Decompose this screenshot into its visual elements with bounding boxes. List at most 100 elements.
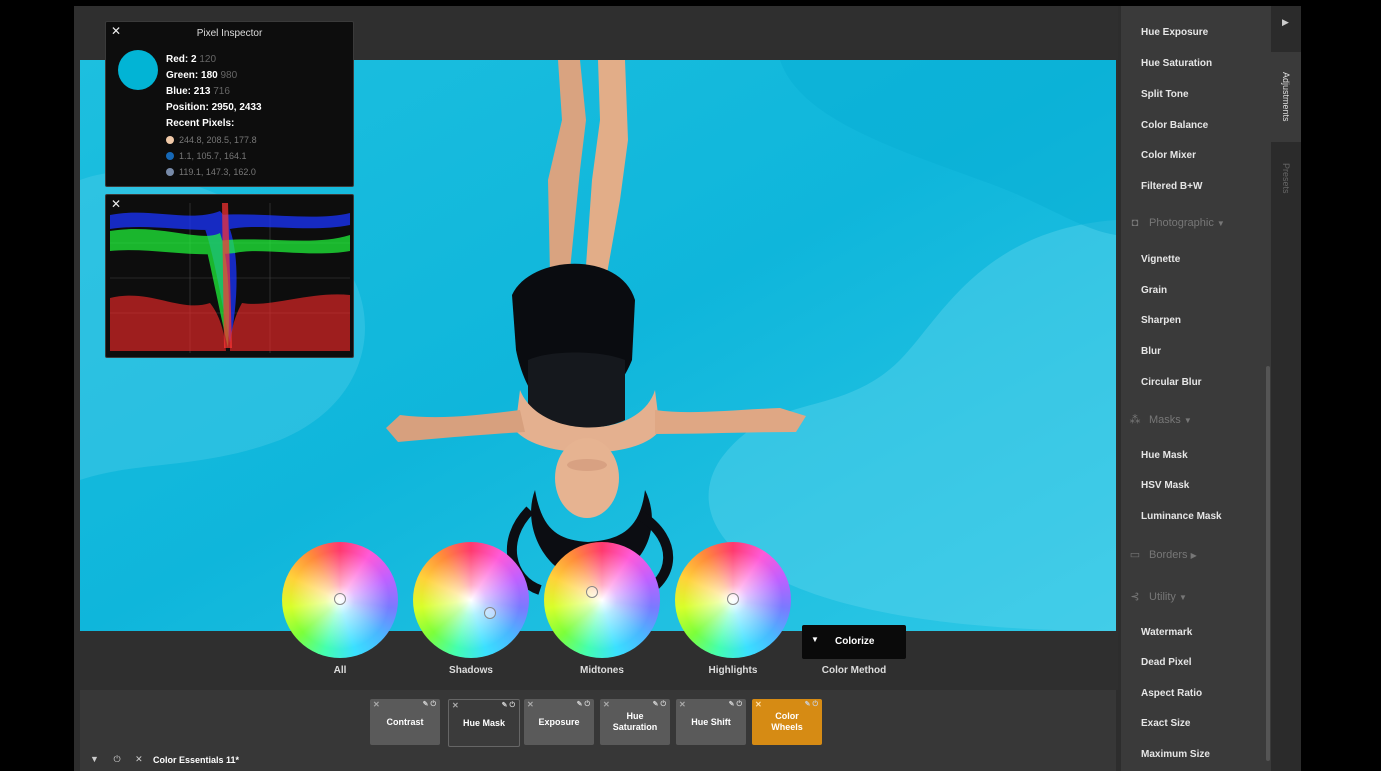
chip-label: Hue Shift (691, 716, 731, 727)
group-title: Photographic (1149, 217, 1214, 229)
sidebar-item-hue-exposure[interactable]: Hue Exposure (1141, 27, 1208, 38)
sidebar-item-split-tone[interactable]: Split Tone (1141, 89, 1189, 100)
camera-icon: ◘ (1131, 217, 1139, 229)
blue-label: Blue: (166, 86, 191, 97)
sidebar-item-sharpen[interactable]: Sharpen (1141, 315, 1181, 326)
color-method-value: Colorize (835, 636, 875, 647)
color-method-dropdown[interactable]: ▼ Colorize (802, 625, 906, 659)
sidebar-item-filtered-bw[interactable]: Filtered B+W (1141, 181, 1202, 192)
collapse-triangle-icon[interactable]: ▼ (90, 754, 99, 764)
sidebar-group-photographic[interactable]: ◘ Photographic ▼ (1129, 217, 1225, 229)
green-fine-value: 980 (220, 70, 238, 81)
vertical-tab-strip: ▶ Adjustments Presets (1271, 6, 1301, 771)
color-wheel-shadows[interactable] (413, 542, 529, 658)
sidebar-item-dead-pixel[interactable]: Dead Pixel (1141, 657, 1192, 668)
sidebar-item-maximum-size[interactable]: Maximum Size (1141, 749, 1210, 760)
position-value: 2950, 2433 (211, 102, 262, 113)
sidebar-item-grain[interactable]: Grain (1141, 285, 1167, 296)
chevron-down-icon: ▼ (1183, 416, 1192, 425)
waveform-scope-panel: ✕ (105, 194, 354, 358)
chip-options-icon[interactable]: ✎ ⏻ (423, 699, 436, 710)
sidebar-item-color-mixer[interactable]: Color Mixer (1141, 150, 1196, 161)
chip-options-icon[interactable]: ✎ ⏻ (805, 699, 818, 710)
rgb-waveform (110, 203, 350, 353)
pixel-inspector-title: Pixel Inspector (196, 28, 263, 39)
tab-label: Adjustments (1281, 72, 1291, 122)
color-wheel-midtones[interactable] (544, 542, 660, 658)
sidebar-item-hue-saturation[interactable]: Hue Saturation (1141, 58, 1212, 69)
chip-label: Contrast (386, 716, 424, 727)
stack-chip-contrast[interactable]: ✕ ✎ ⏻ Contrast (370, 699, 440, 745)
chip-options-icon[interactable]: ✎ ⏻ (653, 699, 666, 710)
close-icon[interactable]: ✕ (135, 754, 143, 764)
preset-name: Color Essentials 11* (153, 755, 240, 765)
sidebar-item-vignette[interactable]: Vignette (1141, 254, 1180, 265)
wheel-handle[interactable] (334, 593, 346, 605)
tab-adjustments[interactable]: Adjustments (1271, 52, 1301, 142)
group-title: Borders (1149, 549, 1188, 561)
chip-options-icon[interactable]: ✎ ⏻ (577, 699, 590, 710)
stack-chip-exposure[interactable]: ✕ ✎ ⏻ Exposure (524, 699, 594, 745)
canvas-area: ✕ Pixel Inspector Red: 2 120 Green: 180 … (74, 6, 1118, 690)
close-icon[interactable]: ✕ (603, 699, 610, 710)
utility-icon: ⊰ (1130, 591, 1140, 603)
chip-options-icon[interactable]: ✎ ⏻ (502, 700, 515, 711)
wheel-handle[interactable] (484, 607, 496, 619)
color-method-label: Color Method (821, 665, 887, 676)
sidebar-group-masks[interactable]: ⁂ Masks ▼ (1129, 413, 1192, 426)
stack-chip-hue-shift[interactable]: ✕ ✎ ⏻ Hue Shift (676, 699, 746, 745)
border-icon: ▭ (1129, 549, 1141, 561)
close-icon[interactable]: ✕ (373, 699, 380, 710)
sidebar-scrollbar[interactable] (1266, 366, 1270, 761)
sidebar-item-color-balance[interactable]: Color Balance (1141, 120, 1208, 131)
blue-value: 213 (193, 86, 211, 97)
sidebar-item-circular-blur[interactable]: Circular Blur (1141, 377, 1202, 388)
adjustment-stack-bar: ✕ ✎ ⏻ Contrast ✕ ✎ ⏻ Hue Mask ✕ ✎ ⏻ Exposur… (80, 690, 1116, 771)
power-icon[interactable]: ⏻ (113, 754, 120, 764)
sidebar-item-blur[interactable]: Blur (1141, 346, 1161, 357)
editor-app: ✕ Pixel Inspector Red: 2 120 Green: 180 … (74, 6, 1301, 771)
sidebar-item-exact-size[interactable]: Exact Size (1141, 718, 1190, 729)
recent-color-dot (166, 168, 174, 176)
blue-fine-value: 716 (213, 86, 230, 97)
sidebar-item-luminance-mask[interactable]: Luminance Mask (1141, 511, 1222, 522)
wheel-handle[interactable] (727, 593, 739, 605)
adjustments-sidebar: Hue Exposure Hue Saturation Split Tone C… (1121, 6, 1271, 771)
sidebar-item-hue-mask[interactable]: Hue Mask (1141, 450, 1188, 461)
color-wheel-highlights[interactable] (675, 542, 791, 658)
close-icon[interactable]: ✕ (679, 699, 686, 710)
mask-icon: ⁂ (1129, 414, 1141, 426)
tab-label: Presets (1281, 163, 1291, 194)
recent-pixel-item: 1.1, 105.7, 164.1 (166, 148, 262, 164)
close-icon[interactable]: ✕ (527, 699, 534, 710)
chevron-down-icon: ▼ (1216, 219, 1225, 228)
sidebar-item-watermark[interactable]: Watermark (1141, 627, 1192, 638)
wheel-handle[interactable] (586, 586, 598, 598)
collapse-panel-arrow-icon[interactable]: ▶ (1282, 17, 1289, 28)
sidebar-item-aspect-ratio[interactable]: Aspect Ratio (1141, 688, 1202, 699)
close-icon[interactable]: ✕ (452, 700, 459, 711)
recent-color-dot (166, 136, 174, 144)
sidebar-group-borders[interactable]: ▭ Borders ▶ (1129, 548, 1197, 561)
stack-chip-color-wheels[interactable]: ✕ ✎ ⏻ Color Wheels (752, 699, 822, 745)
recent-color-dot (166, 152, 174, 160)
wheel-label-shadows: Shadows (449, 665, 493, 676)
chevron-right-icon: ▶ (1190, 551, 1197, 560)
color-wheel-all[interactable] (282, 542, 398, 658)
chip-label: Hue Mask (462, 717, 506, 728)
chip-label: Exposure (538, 716, 580, 727)
sidebar-item-hsv-mask[interactable]: HSV Mask (1141, 480, 1189, 491)
chip-options-icon[interactable]: ✎ ⏻ (729, 699, 742, 710)
stack-chip-hue-saturation[interactable]: ✕ ✎ ⏻ Hue Saturation (600, 699, 670, 745)
stack-chip-hue-mask[interactable]: ✕ ✎ ⏻ Hue Mask (448, 699, 520, 747)
sidebar-group-utility[interactable]: ⊰ Utility ▼ (1129, 590, 1186, 603)
close-icon[interactable]: ✕ (755, 699, 762, 710)
recent-pixel-text: 1.1, 105.7, 164.1 (179, 151, 247, 161)
chip-label: Color Wheels (771, 711, 803, 732)
wheel-label-midtones: Midtones (580, 665, 624, 676)
dropdown-triangle-icon: ▼ (811, 635, 819, 644)
red-value: 2 (191, 54, 197, 65)
wheel-label-highlights: Highlights (708, 665, 758, 676)
tab-presets[interactable]: Presets (1271, 151, 1301, 206)
red-label: Red: (166, 54, 189, 65)
